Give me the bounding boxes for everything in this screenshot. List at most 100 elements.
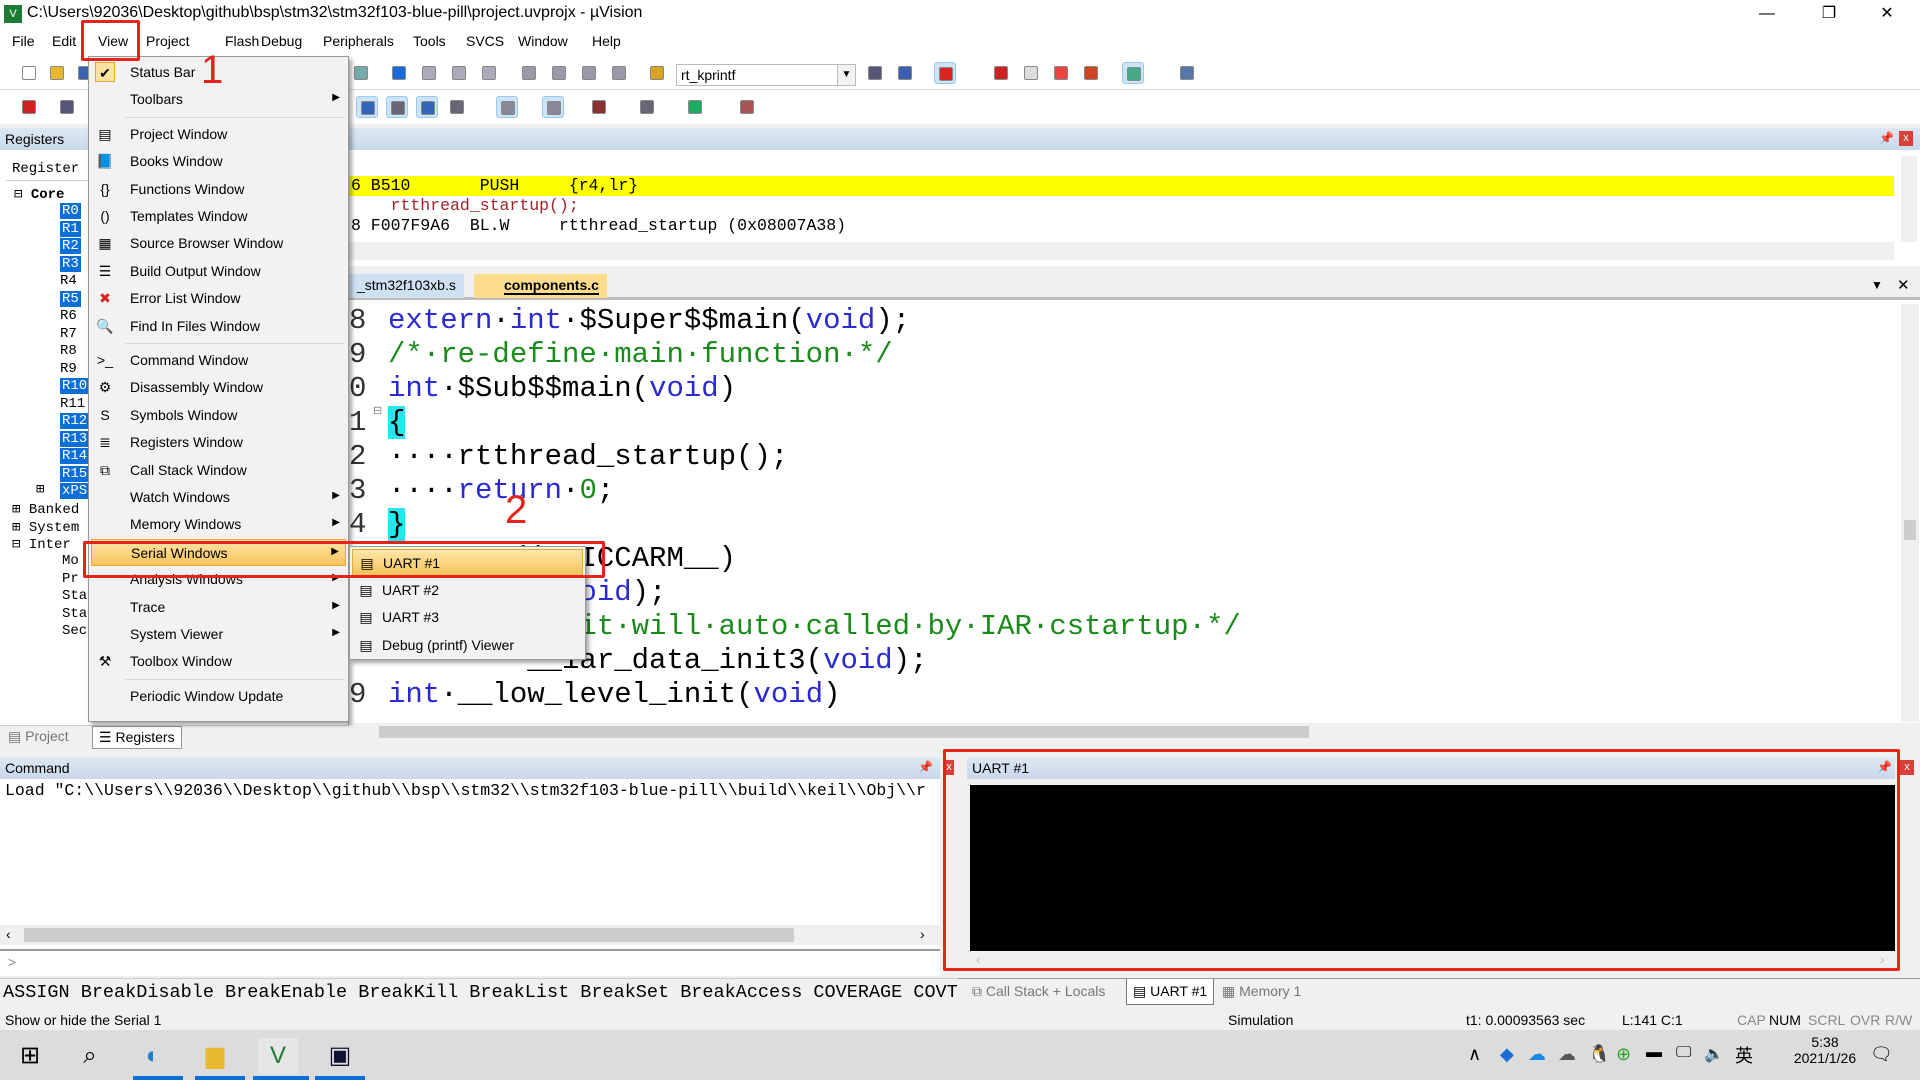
onedrive-icon[interactable]: ☁: [1528, 1044, 1546, 1065]
chevron-down-icon[interactable]: ▼: [837, 65, 855, 85]
tab-list-dropdown-icon[interactable]: ▼: [1871, 278, 1883, 292]
command-input[interactable]: >: [0, 949, 940, 976]
disasm-line[interactable]: 6 B510 PUSH {r4,lr}: [351, 176, 638, 196]
menu-item-system-viewer[interactable]: System Viewer ▶: [91, 621, 346, 648]
tray-app-icon[interactable]: ◆: [1500, 1044, 1514, 1065]
toolbox-tb-icon[interactable]: [736, 96, 758, 118]
code-line[interactable]: extern·int·$Super$$main(void);: [388, 304, 910, 338]
code-line[interactable]: /*·re-define·main·function·*/: [388, 338, 893, 372]
indent-icon[interactable]: [518, 62, 540, 84]
disable-breakpoint-icon[interactable]: [1020, 62, 1042, 84]
register-r11[interactable]: R11: [60, 396, 85, 412]
disasm-line[interactable]: 8 F007F9A6 BL.W rtthread_startup (0x0800…: [351, 216, 846, 236]
code-line[interactable]: int·__low_level_init(void): [388, 678, 841, 712]
register-r1[interactable]: R1: [60, 220, 81, 237]
cloud-icon[interactable]: ☁: [1558, 1044, 1576, 1065]
register-r2[interactable]: R2: [60, 238, 81, 254]
close-button[interactable]: ✕: [1864, 2, 1910, 26]
symbols-tb-icon[interactable]: [416, 96, 438, 118]
terminal-taskbar-icon[interactable]: ▣: [320, 1038, 360, 1074]
expand-xpsr-icon[interactable]: ⊞: [36, 481, 44, 498]
call-stack-tb-icon[interactable]: [496, 96, 518, 118]
tab-components-c[interactable]: components.c: [474, 274, 607, 298]
registers-tb-icon[interactable]: [446, 96, 468, 118]
tray-plus-icon[interactable]: ⊕: [1616, 1044, 1631, 1065]
register-r13[interactable]: R13: [60, 430, 90, 447]
menu-window[interactable]: Window: [518, 33, 568, 49]
uvision-taskbar-icon[interactable]: V: [258, 1038, 298, 1074]
file-explorer-icon[interactable]: ▆: [195, 1038, 235, 1074]
network-icon[interactable]: 🖵: [1676, 1044, 1691, 1062]
new-file-icon[interactable]: [18, 62, 40, 84]
menu-item-watch-windows[interactable]: Watch Windows ▶: [91, 484, 346, 511]
register-r10[interactable]: R10: [60, 378, 90, 394]
window-layout-icon[interactable]: [1122, 62, 1144, 84]
submenu-item-uart-3[interactable]: ▤ UART #3: [352, 604, 583, 631]
close-uart-button[interactable]: x: [1900, 760, 1914, 775]
code-line[interactable]: ····return·0;: [388, 474, 614, 508]
register-r8[interactable]: R8: [60, 343, 77, 359]
register-r3[interactable]: R3: [60, 255, 81, 272]
menu-item-periodic-window-update[interactable]: Periodic Window Update: [91, 683, 346, 710]
register-r5[interactable]: R5: [60, 290, 81, 307]
menu-item-memory-windows[interactable]: Memory Windows ▶: [91, 511, 346, 538]
tab-registers[interactable]: ☰ Registers: [92, 726, 182, 749]
tree-group-2[interactable]: ⊟ Inter: [12, 536, 71, 553]
menu-item-source-browser-window[interactable]: ▦ Source Browser Window: [91, 230, 346, 257]
system-viewer-icon[interactable]: [684, 96, 706, 118]
tree-internal-child[interactable]: Sec: [62, 623, 87, 639]
qq-icon[interactable]: 🐧: [1588, 1044, 1610, 1065]
menu-svcs[interactable]: SVCS: [466, 33, 504, 49]
command-hscrollbar[interactable]: ‹ ›: [0, 925, 940, 945]
code-line[interactable]: ····rtthread_startup();: [388, 440, 788, 474]
minimize-button[interactable]: —: [1744, 2, 1790, 26]
menu-tools[interactable]: Tools: [413, 33, 446, 49]
tab-memory1[interactable]: ▦ Memory 1: [1222, 983, 1301, 1000]
reset-rst-icon[interactable]: [18, 96, 40, 118]
menu-item-find-in-files-window[interactable]: 🔍 Find In Files Window: [91, 313, 346, 340]
code-line[interactable]: {: [388, 406, 406, 440]
close-disassembly-button[interactable]: x: [1899, 131, 1913, 146]
ime-indicator[interactable]: 英: [1735, 1042, 1753, 1068]
command-window-tb-icon[interactable]: [356, 96, 378, 118]
debug-session-icon[interactable]: [934, 62, 956, 84]
menu-project[interactable]: Project: [146, 33, 190, 49]
scroll-right-icon[interactable]: ›: [920, 926, 925, 942]
tray-chevron-up-icon[interactable]: ∧: [1468, 1044, 1481, 1065]
clear-bookmarks-icon[interactable]: [478, 62, 500, 84]
hscroll-thumb[interactable]: [24, 928, 794, 942]
menu-item-error-list-window[interactable]: ✖ Error List Window: [91, 285, 346, 312]
comment-icon[interactable]: [578, 62, 600, 84]
menu-item-trace[interactable]: Trace ▶: [91, 594, 346, 621]
bookmark-icon[interactable]: [388, 62, 410, 84]
pin-icon[interactable]: 📌: [1879, 131, 1894, 145]
disassembly-tb-icon[interactable]: [386, 96, 408, 118]
tab-startup-file[interactable]: _stm32f103xb.s: [349, 274, 464, 298]
register-r15[interactable]: R15: [60, 465, 90, 482]
hscroll-thumb[interactable]: [379, 726, 1309, 738]
tree-internal-child[interactable]: Mo: [62, 553, 79, 569]
register-r9[interactable]: R9: [60, 361, 77, 377]
tab-project[interactable]: ▤ Project: [8, 728, 69, 745]
redo-icon[interactable]: [350, 62, 372, 84]
disasm-source-line[interactable]: rtthread_startup();: [351, 196, 579, 216]
logic-analyzer-icon[interactable]: [588, 96, 610, 118]
menu-item-books-window[interactable]: 📘 Books Window: [91, 148, 346, 175]
menu-item-project-window[interactable]: ▤ Project Window: [91, 121, 346, 148]
menu-debug[interactable]: Debug: [261, 33, 302, 49]
register-r7[interactable]: R7: [60, 326, 77, 342]
search-icon[interactable]: ⌕: [70, 1038, 110, 1074]
menu-edit[interactable]: Edit: [52, 33, 76, 49]
find-doc-icon[interactable]: [864, 62, 886, 84]
menu-item-templates-window[interactable]: () Templates Window: [91, 203, 346, 230]
tree-internal-child[interactable]: Sta: [62, 588, 87, 604]
open-folder-icon[interactable]: [46, 62, 68, 84]
editor-hscrollbar[interactable]: [349, 723, 1920, 741]
menu-item-call-stack-window[interactable]: ⧉ Call Stack Window: [91, 457, 346, 484]
submenu-item-uart-2[interactable]: ▤ UART #2: [352, 577, 583, 604]
watch-tb-icon[interactable]: [542, 96, 564, 118]
restore-button[interactable]: ❐: [1806, 2, 1852, 26]
binoculars-icon[interactable]: [894, 62, 916, 84]
menu-item-disassembly-window[interactable]: ⚙ Disassembly Window: [91, 374, 346, 401]
configure-wrench-icon[interactable]: [1176, 62, 1198, 84]
